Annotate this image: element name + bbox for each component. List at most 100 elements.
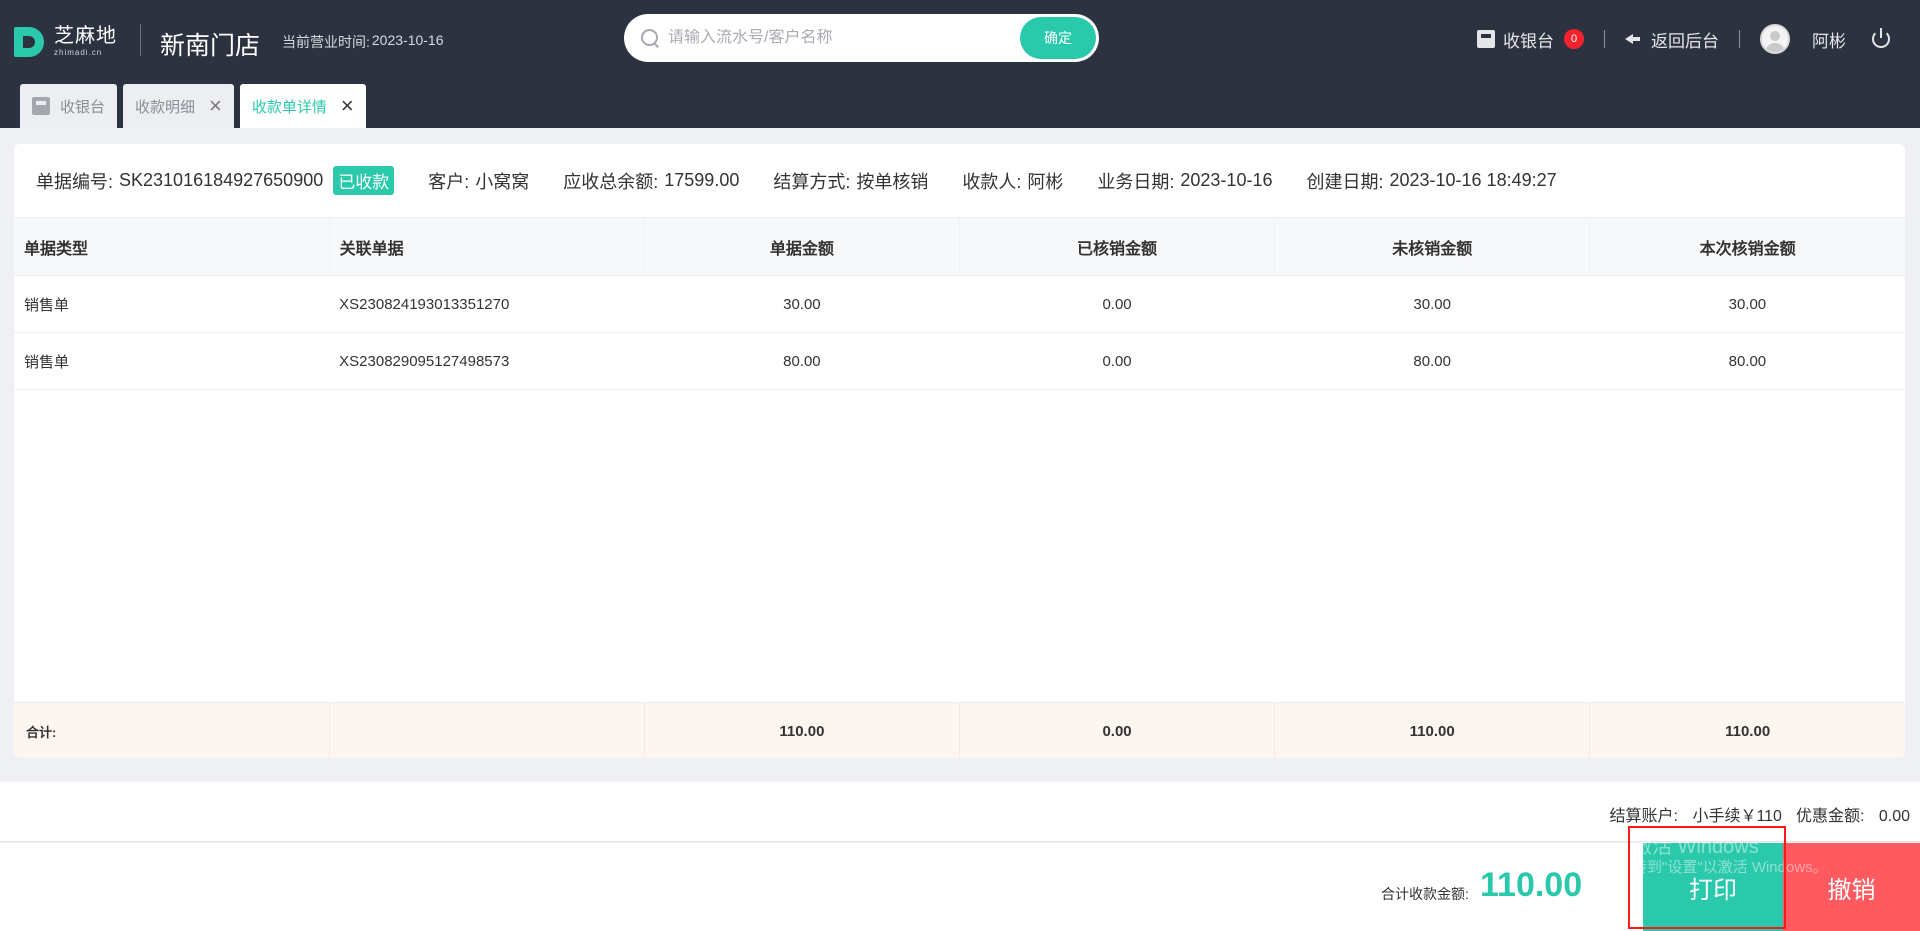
column-header: 未核销金额	[1274, 217, 1590, 276]
cashier-count-badge: 0	[1564, 29, 1584, 49]
total-cell: 110.00	[1274, 703, 1590, 758]
business-time-value: 2023-10-16	[371, 32, 444, 48]
column-header: 关联单据	[328, 217, 645, 276]
receipt-number-label: 单据编号:	[36, 171, 114, 192]
column-header: 本次核销金额	[1589, 217, 1905, 276]
account-value: 小手续￥110	[1692, 808, 1782, 825]
close-icon[interactable]: ×	[341, 95, 354, 117]
table-header-row: 单据类型 关联单据 单据金额 已核销金额 未核销金额 本次核销金额	[14, 217, 1905, 276]
windows-activation-watermark: 激活 Windows 转到"设置"以激活 Windows。	[1632, 836, 1828, 876]
back-arrow-icon	[1625, 32, 1643, 46]
logo-domain: zhimadi.cn	[54, 48, 103, 57]
table-cell: 销售单	[14, 332, 330, 390]
table-cell: 80.00	[644, 332, 960, 390]
nav-cashier[interactable]: 收银台 0	[1477, 27, 1584, 52]
logo-mark-icon	[14, 26, 44, 57]
table-total-row: 合计: 110.00 0.00 110.00 110.00	[14, 702, 1905, 758]
table-cell: 80.00	[1589, 332, 1905, 390]
header-nav: 收银台 0 返回后台 阿彬	[1477, 22, 1890, 56]
receipt-number: 单据编号: SK231016184927650900 已收款	[36, 166, 395, 195]
search-confirm-button[interactable]: 确定	[1020, 17, 1096, 59]
business-date: 业务日期: 2023-10-16	[1097, 168, 1272, 194]
payee-label: 收款人:	[962, 171, 1022, 192]
settlement-info-bar: 结算账户: 小手续￥110 优惠金额: 0.00	[0, 782, 1920, 842]
search-input[interactable]	[668, 29, 1008, 47]
customer-value: 小窝窝	[475, 171, 530, 192]
tab-label: 收款单详情	[251, 98, 327, 116]
customer: 客户: 小窝窝	[428, 168, 529, 194]
business-time: 当前营业时间: 2023-10-16	[282, 32, 444, 52]
table-row[interactable]: 销售单 XS230824193013351270 30.00 0.00 30.0…	[14, 275, 1905, 333]
search-bar: 确定	[624, 14, 1099, 62]
total-cell	[328, 703, 645, 758]
created-date: 创建日期: 2023-10-16 18:49:27	[1306, 168, 1556, 194]
table-cell: 销售单	[14, 275, 330, 333]
nav-cashier-label: 收银台	[1503, 31, 1554, 51]
balance-label: 应收总余额:	[563, 171, 659, 192]
receipt-info: 单据编号: SK231016184927650900 已收款 客户: 小窝窝 应…	[14, 144, 1905, 217]
cash-register-icon	[1477, 30, 1495, 48]
top-bar: 芝麻地 zhimadi.cn 新南门店 当前营业时间: 2023-10-16 确…	[0, 0, 1920, 128]
nav-back-to-admin[interactable]: 返回后台	[1625, 27, 1719, 52]
payee: 收款人: 阿彬	[962, 168, 1063, 194]
discount-value: 0.00	[1878, 808, 1910, 825]
business-date-value: 2023-10-16	[1180, 170, 1273, 190]
table-cell: XS230824193013351270	[329, 275, 645, 333]
tab-cashier[interactable]: 收银台	[20, 84, 118, 128]
status-badge: 已收款	[333, 166, 395, 195]
power-icon[interactable]	[1872, 28, 1890, 48]
tab-receipt-detail[interactable]: 收款单详情 ×	[239, 84, 366, 128]
avatar	[1760, 24, 1790, 54]
total-amount-value: 110.00	[1480, 866, 1583, 904]
settle-label: 结算方式:	[773, 171, 851, 192]
settlement-method: 结算方式: 按单核销	[773, 168, 928, 194]
business-time-label: 当前营业时间:	[282, 34, 370, 50]
nav-back-label: 返回后台	[1651, 31, 1719, 51]
user-name: 阿彬	[1812, 31, 1846, 51]
tab-bar: 收银台 收款明细 × 收款单详情 ×	[20, 84, 366, 128]
tab-label: 收银台	[60, 98, 106, 116]
watermark-title: 激活 Windows	[1632, 836, 1759, 858]
logo-text: 芝麻地	[54, 25, 117, 47]
table-cell: 0.00	[959, 332, 1275, 390]
total-cell: 0.00	[958, 703, 1275, 758]
close-icon[interactable]: ×	[209, 95, 222, 117]
user-menu[interactable]: 阿彬	[1760, 24, 1846, 54]
writeoff-table: 单据类型 关联单据 单据金额 已核销金额 未核销金额 本次核销金额 销售单 XS…	[14, 217, 1905, 390]
watermark-subtitle: 转到"设置"以激活 Windows。	[1632, 859, 1828, 876]
customer-label: 客户:	[428, 171, 470, 192]
total-cell: 110.00	[1589, 703, 1905, 758]
total-amount-label: 合计收款金额:	[1381, 886, 1469, 902]
nav-divider	[1604, 30, 1605, 48]
header-divider	[140, 24, 141, 56]
discount-amount: 优惠金额: 0.00	[1796, 802, 1910, 826]
table-cell: XS230829095127498573	[329, 332, 645, 390]
created-date-label: 创建日期:	[1306, 171, 1384, 192]
settle-value: 按单核销	[856, 171, 929, 192]
table-cell: 0.00	[959, 275, 1275, 333]
column-header: 单据金额	[643, 217, 960, 276]
table-cell: 30.00	[1589, 275, 1905, 333]
account-label: 结算账户:	[1609, 808, 1678, 825]
tab-label: 收款明细	[135, 98, 196, 116]
nav-divider	[1739, 30, 1740, 48]
column-header: 单据类型	[14, 217, 330, 276]
receipt-number-value: SK231016184927650900	[119, 170, 324, 190]
business-date-label: 业务日期:	[1097, 171, 1175, 192]
balance-value: 17599.00	[664, 170, 740, 190]
table-cell: 30.00	[644, 275, 960, 333]
table-cell: 30.00	[1274, 275, 1590, 333]
column-header: 已核销金额	[958, 217, 1275, 276]
cash-register-icon	[32, 97, 50, 115]
payee-value: 阿彬	[1027, 171, 1064, 192]
receipt-detail-card: 单据编号: SK231016184927650900 已收款 客户: 小窝窝 应…	[14, 144, 1905, 758]
receivable-balance: 应收总余额: 17599.00	[563, 168, 739, 194]
total-cell: 110.00	[643, 703, 960, 758]
tab-receipt-list[interactable]: 收款明细 ×	[123, 84, 234, 128]
table-cell: 80.00	[1274, 332, 1590, 390]
table-row[interactable]: 销售单 XS230829095127498573 80.00 0.00 80.0…	[14, 332, 1905, 390]
search-icon	[640, 28, 660, 48]
logo[interactable]: 芝麻地 zhimadi.cn	[14, 26, 117, 57]
settlement-account: 结算账户: 小手续￥110	[1610, 802, 1782, 826]
discount-label: 优惠金额:	[1795, 808, 1865, 825]
